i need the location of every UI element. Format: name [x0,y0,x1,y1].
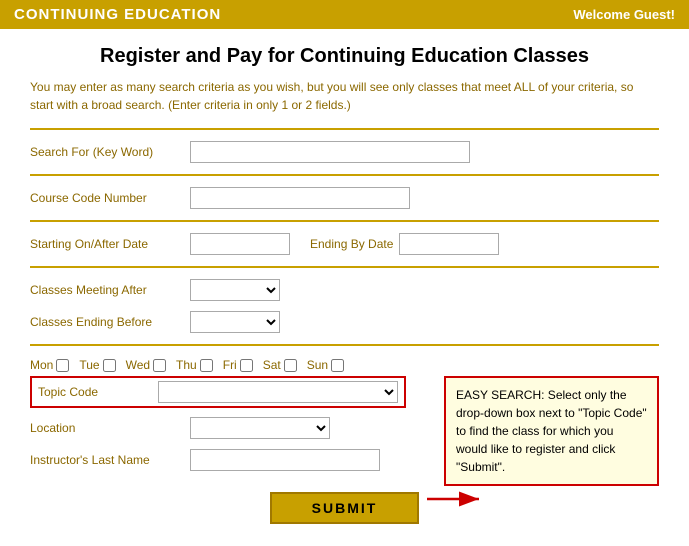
location-select[interactable] [190,417,330,439]
page-title: Register and Pay for Continuing Educatio… [30,45,659,68]
day-sat-label: Sat [263,358,281,372]
search-for-label: Search For (Key Word) [30,145,190,159]
day-thu: Thu [176,358,213,372]
lower-section: Topic Code Location Instructor's Last Na… [30,376,659,476]
meeting-after-label: Classes Meeting After [30,283,190,297]
course-code-input[interactable] [190,187,410,209]
day-tue-checkbox[interactable] [103,359,116,372]
instructor-input[interactable] [190,449,380,471]
day-tue-label: Tue [79,358,99,372]
topic-code-select[interactable] [158,381,398,403]
ending-before-row: Classes Ending Before 6:00 AM 7:00 AM 8:… [30,306,659,338]
tooltip-box: EASY SEARCH: Select only the drop-down b… [444,376,659,486]
course-code-row: Course Code Number [30,182,659,214]
date-row: Starting On/After Date Ending By Date [30,228,659,260]
submit-button[interactable]: SUBMIT [270,492,420,524]
arrow-icon [427,484,487,514]
meeting-after-select[interactable]: 6:00 AM 7:00 AM 8:00 AM 9:00 AM 10:00 AM… [190,279,280,301]
search-for-input[interactable] [190,141,470,163]
day-sun-checkbox[interactable] [331,359,344,372]
day-mon-label: Mon [30,358,53,372]
course-code-label: Course Code Number [30,191,190,205]
starting-date-label: Starting On/After Date [30,237,190,251]
day-sat-checkbox[interactable] [284,359,297,372]
day-mon: Mon [30,358,69,372]
day-thu-checkbox[interactable] [200,359,213,372]
day-mon-checkbox[interactable] [56,359,69,372]
day-fri-label: Fri [223,358,237,372]
day-sun: Sun [307,358,344,372]
arrow-container [427,484,487,514]
ending-before-select[interactable]: 6:00 AM 7:00 AM 8:00 AM 9:00 AM 10:00 AM… [190,311,280,333]
day-fri-checkbox[interactable] [240,359,253,372]
location-label: Location [30,421,190,435]
app-title: Continuing Education [14,6,221,23]
header: Continuing Education Welcome Guest! [0,0,689,29]
search-for-row: Search For (Key Word) [30,136,659,168]
tooltip-text: EASY SEARCH: Select only the drop-down b… [456,388,647,474]
ending-date-label: Ending By Date [310,237,393,251]
day-wed-label: Wed [126,358,150,372]
ending-date-input[interactable] [399,233,499,255]
main-content: Register and Pay for Continuing Educatio… [0,29,689,544]
meeting-after-row: Classes Meeting After 6:00 AM 7:00 AM 8:… [30,274,659,306]
topic-code-row: Topic Code [30,376,406,408]
days-row: Mon Tue Wed Thu Fri Sat [30,352,659,376]
topic-code-label: Topic Code [38,385,158,399]
welcome-text: Welcome Guest! [573,7,675,22]
submit-area: SUBMIT [30,492,659,524]
app-container: Continuing Education Welcome Guest! Regi… [0,0,689,544]
info-text: You may enter as many search criteria as… [30,78,659,114]
divider-1 [30,128,659,130]
instructor-label: Instructor's Last Name [30,453,190,467]
divider-4 [30,266,659,268]
divider-2 [30,174,659,176]
divider-5 [30,344,659,346]
day-thu-label: Thu [176,358,197,372]
starting-date-input[interactable] [190,233,290,255]
day-sat: Sat [263,358,297,372]
day-fri: Fri [223,358,253,372]
ending-before-label: Classes Ending Before [30,315,190,329]
divider-3 [30,220,659,222]
day-wed-checkbox[interactable] [153,359,166,372]
day-tue: Tue [79,358,115,372]
day-sun-label: Sun [307,358,328,372]
day-wed: Wed [126,358,166,372]
